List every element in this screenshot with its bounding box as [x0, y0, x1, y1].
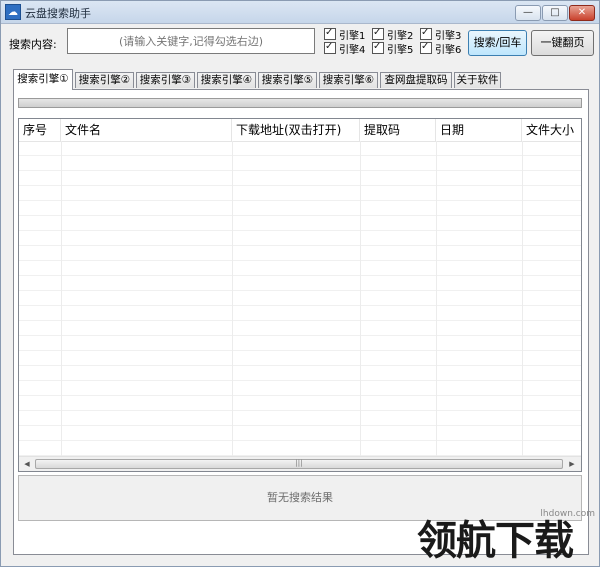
scroll-right-icon[interactable]: ▶	[565, 458, 579, 471]
column-header-filename[interactable]: 文件名	[61, 119, 232, 141]
table-header: 序号 文件名 下载地址(双击打开) 提取码 日期 文件大小	[19, 119, 581, 142]
cloud-search-app-icon: ☁	[5, 4, 21, 20]
window-title: 云盘搜索助手	[25, 7, 91, 20]
scrollbar-thumb[interactable]: |||	[35, 459, 563, 469]
column-divider	[61, 141, 62, 457]
checkbox-checked-icon	[324, 40, 336, 54]
column-header-index[interactable]: 序号	[19, 119, 61, 141]
checkbox-checked-icon	[324, 26, 336, 40]
column-divider	[232, 141, 233, 457]
checkbox-checked-icon	[420, 26, 432, 40]
engine-checkbox-6[interactable]: 引擎6	[420, 40, 461, 56]
tab-engine-1[interactable]: 搜索引擎①	[13, 69, 73, 90]
watermark-logo: 领航下载	[417, 518, 574, 564]
scroll-left-icon[interactable]: ◀	[20, 458, 34, 471]
column-header-extract-code[interactable]: 提取码	[360, 119, 436, 141]
watermark: lhdown.com 领航下载	[417, 509, 597, 567]
results-table[interactable]: 序号 文件名 下载地址(双击打开) 提取码 日期 文件大小 ◀ ||| ▶	[18, 118, 582, 472]
search-button[interactable]: 搜索/回车	[468, 30, 527, 56]
page-all-button[interactable]: 一键翻页	[531, 30, 594, 56]
checkbox-checked-icon	[372, 40, 384, 54]
search-input[interactable]	[67, 28, 315, 54]
column-divider	[436, 141, 437, 457]
maximize-button[interactable]: □	[542, 5, 568, 21]
column-divider	[522, 141, 523, 457]
app-window: ☁ 云盘搜索助手 — □ ✕ 搜索内容: 引擎1 引擎2 引擎3 引擎4 引擎5…	[0, 0, 600, 567]
title-bar[interactable]: ☁ 云盘搜索助手 — □ ✕	[1, 1, 599, 24]
progress-bar	[18, 98, 582, 108]
close-button[interactable]: ✕	[569, 5, 595, 21]
checkbox-checked-icon	[372, 26, 384, 40]
tab-panel: 序号 文件名 下载地址(双击打开) 提取码 日期 文件大小 ◀ ||| ▶ 暂无…	[13, 89, 589, 555]
tab-extract-code[interactable]: 查网盘提取码	[380, 72, 452, 88]
column-header-file-size[interactable]: 文件大小	[522, 119, 581, 141]
table-body	[19, 141, 581, 457]
search-label: 搜索内容:	[9, 38, 57, 51]
tab-engine-6[interactable]: 搜索引擎⑥	[319, 72, 378, 88]
tab-engine-3[interactable]: 搜索引擎③	[136, 72, 195, 88]
tab-engine-5[interactable]: 搜索引擎⑤	[258, 72, 317, 88]
checkbox-checked-icon	[420, 40, 432, 54]
column-header-download-url[interactable]: 下载地址(双击打开)	[232, 119, 360, 141]
tab-about[interactable]: 关于软件	[454, 72, 501, 88]
minimize-button[interactable]: —	[515, 5, 541, 21]
horizontal-scrollbar[interactable]: ◀ ||| ▶	[19, 456, 581, 471]
column-divider	[360, 141, 361, 457]
tab-engine-2[interactable]: 搜索引擎②	[75, 72, 134, 88]
engine-checkbox-group: 引擎1 引擎2 引擎3 引擎4 引擎5 引擎6	[324, 26, 464, 56]
engine-checkbox-4[interactable]: 引擎4	[324, 40, 365, 56]
engine-checkbox-5[interactable]: 引擎5	[372, 40, 413, 56]
scrollbar-grip-icon: |||	[295, 459, 303, 467]
column-header-date[interactable]: 日期	[436, 119, 522, 141]
tab-engine-4[interactable]: 搜索引擎④	[197, 72, 256, 88]
